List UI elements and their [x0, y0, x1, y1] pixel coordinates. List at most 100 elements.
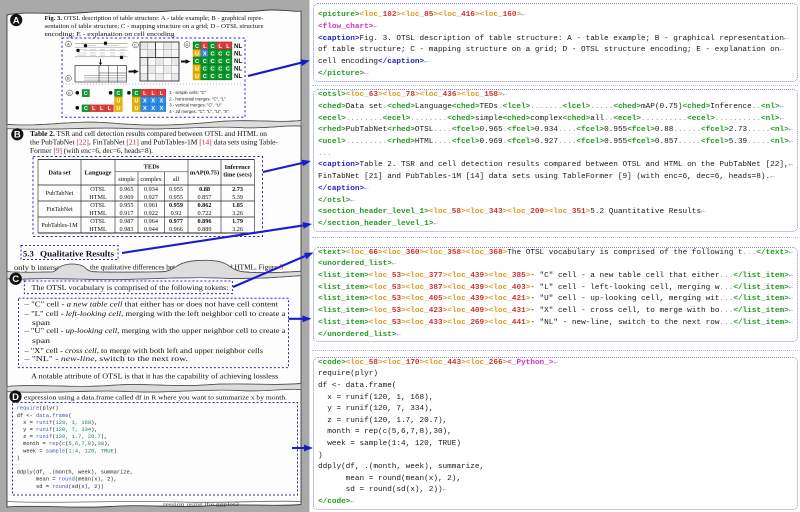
svg-text:X: X [151, 106, 155, 112]
svg-text:OTSL: OTSL [90, 186, 106, 193]
svg-text:0.88: 0.88 [199, 186, 210, 193]
svg-text:C: C [134, 42, 137, 47]
svg-text:0.983: 0.983 [120, 226, 134, 233]
svg-text:HTML: HTML [89, 194, 107, 201]
svg-text:mean = round(mean(x), 2),: mean = round(mean(x), 2), [36, 477, 117, 483]
svg-text:0.987: 0.987 [120, 218, 134, 225]
svg-text:A notable attribute of OTSL is: A notable attribute of OTSL is that it h… [31, 372, 278, 381]
svg-text:C: C [12, 274, 19, 285]
svg-text:week = sample(1:4, 120, TRUE): week = sample(1:4, 120, TRUE) [23, 448, 117, 454]
svg-text:3 - vertical merges: "C", "U": 3 - vertical merges: "C", "U" [169, 103, 222, 108]
svg-text:TEDs: TEDs [144, 163, 160, 170]
svg-text:encoding; E - explanation on c: encoding; E - explanation on cell encodi… [45, 31, 176, 38]
svg-text:df <- data.frame(: df <- data.frame( [17, 413, 72, 419]
svg-text:0.722: 0.722 [198, 210, 212, 217]
svg-text:complex: complex [140, 176, 162, 183]
svg-text:L: L [219, 44, 223, 50]
svg-text:0.964: 0.964 [144, 218, 158, 225]
svg-text:U: U [116, 98, 120, 104]
svg-text:0.934: 0.934 [144, 186, 158, 193]
svg-text:the PubTabNet [22], FinTabNet: the PubTabNet [22], FinTabNet [21] and P… [30, 139, 279, 146]
svg-text:X: X [151, 98, 155, 104]
svg-text:C: C [210, 74, 214, 80]
svg-text:1 - simple cells: "C": 1 - simple cells: "C" [169, 90, 206, 95]
svg-text:0.92: 0.92 [171, 210, 182, 217]
svg-text:C: C [210, 44, 214, 50]
svg-text:all: all [173, 176, 179, 183]
svg-text:E: E [68, 90, 71, 95]
svg-text:2 - horizontal merges: "C", "L: 2 - horizontal merges: "C", "L" [169, 96, 226, 101]
svg-text:U: U [195, 74, 199, 80]
svg-text:y = runif(120, 7, 334),: y = runif(120, 7, 334), [23, 427, 97, 433]
svg-text:OTSL: OTSL [90, 218, 106, 225]
svg-text:0.955: 0.955 [120, 202, 134, 209]
svg-text:L: L [203, 44, 207, 50]
svg-text:5.3: 5.3 [23, 249, 34, 259]
svg-text:4 - 2d merges: "C", "L", "U",: 4 - 2d merges: "C", "L", "U", "X" [169, 109, 229, 114]
svg-text:3.26: 3.26 [232, 210, 243, 217]
svg-text:D: D [186, 42, 189, 47]
svg-text:C: C [203, 74, 207, 80]
svg-text:month = rep(c(5,6,7,8),30),: month = rep(c(5,6,7,8),30), [23, 441, 110, 447]
svg-text:X: X [160, 106, 164, 112]
svg-text:0.961: 0.961 [144, 202, 158, 209]
svg-text:L: L [226, 44, 230, 50]
svg-text:0.922: 0.922 [144, 210, 158, 217]
svg-text:D: D [12, 392, 19, 403]
svg-text:X: X [143, 98, 147, 104]
svg-text:0.969: 0.969 [120, 194, 134, 201]
svg-text:X: X [160, 98, 164, 104]
svg-text:1.79: 1.79 [232, 218, 243, 225]
svg-text:C: C [84, 106, 88, 112]
svg-text:C: C [210, 67, 214, 73]
svg-text:0.857: 0.857 [198, 194, 212, 201]
svg-text:0.889: 0.889 [198, 226, 212, 233]
svg-text:Table 2. TSR and cell detecti: Table 2. TSR and cell detection results … [30, 131, 268, 138]
svg-text:C: C [203, 67, 207, 73]
svg-text:NL: NL [234, 73, 242, 80]
svg-text:B: B [67, 76, 70, 81]
svg-text:0.965: 0.965 [120, 186, 134, 193]
svg-text:span: span [32, 337, 50, 345]
svg-text:require(plyr): require(plyr) [17, 406, 59, 412]
svg-text:only b interse: only b interse [14, 265, 60, 272]
svg-text:FinTabNet: FinTabNet [46, 206, 73, 213]
svg-text:The OTSL vocabulary is compris: The OTSL vocabulary is comprised of the … [32, 283, 229, 292]
svg-text:A: A [13, 15, 20, 26]
svg-text:A: A [67, 41, 70, 46]
svg-text:C: C [218, 51, 222, 57]
svg-text:time (secs): time (secs) [223, 172, 252, 179]
svg-text:C: C [116, 91, 120, 97]
svg-text:PubTables-1M: PubTables-1M [41, 222, 78, 229]
svg-text:C: C [210, 59, 214, 65]
svg-text:PubTabNet: PubTabNet [46, 190, 74, 197]
svg-text:NL: NL [234, 51, 242, 58]
svg-text:Inference: Inference [225, 164, 251, 171]
svg-text:ression using the ggplot2: ression using the ggplot2 [163, 503, 240, 508]
svg-text:C: C [218, 74, 222, 80]
svg-text:0.959: 0.959 [169, 202, 183, 209]
svg-text:C: C [195, 59, 199, 65]
svg-text:0.966: 0.966 [169, 226, 183, 233]
svg-text:0.944: 0.944 [144, 226, 158, 233]
svg-text:C: C [226, 51, 230, 57]
svg-text:5.39: 5.39 [232, 194, 243, 201]
svg-text:0.896: 0.896 [198, 218, 212, 225]
svg-text:Language: Language [85, 170, 112, 177]
svg-text:B: B [14, 130, 21, 141]
svg-text:Fig. 3. OTSL description of ta: Fig. 3. OTSL description of table struct… [45, 15, 264, 22]
svg-text:Data set: Data set [48, 170, 71, 177]
svg-text:HTML: HTML [89, 210, 107, 217]
svg-text:U: U [195, 67, 199, 73]
svg-text:HTML: HTML [89, 226, 107, 233]
svg-text:0.955: 0.955 [169, 186, 183, 193]
svg-text:C: C [203, 59, 207, 65]
svg-text:Former [9] (with enc=6, dec=6,: Former [9] (with enc=6, dec=6, heads=8). [30, 148, 153, 155]
svg-text:C: C [210, 51, 214, 57]
svg-text:C: C [226, 67, 230, 73]
svg-text:2.73: 2.73 [232, 186, 243, 193]
svg-text:sentation of table structure;: sentation of table structure; C - mappin… [45, 23, 264, 30]
svg-text:– "C" cell - a new table cell: – "C" cell - a new table cell that eithe… [23, 300, 278, 308]
svg-text:C: C [195, 44, 199, 50]
svg-text:C: C [135, 91, 139, 97]
